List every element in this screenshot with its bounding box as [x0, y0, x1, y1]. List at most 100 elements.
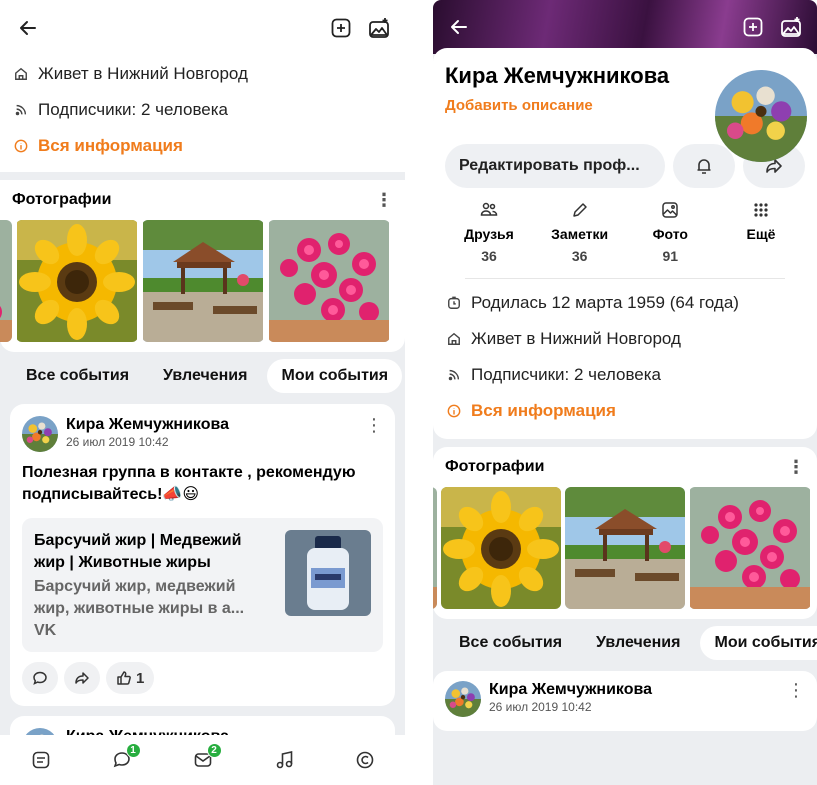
- profile-name: Кира Жемчужникова: [445, 63, 670, 88]
- photo-petunias[interactable]: [689, 487, 811, 609]
- feed-post: Кира Жемчужникова 26 июл 2019 10:42 ⋮: [433, 671, 817, 731]
- tab-my-events[interactable]: Мои события: [267, 359, 403, 393]
- birthday-row: Родилась 12 марта 1959 (64 года): [433, 285, 817, 321]
- bell-button[interactable]: [673, 144, 735, 188]
- stat-more[interactable]: Ещё: [721, 200, 801, 264]
- post-author[interactable]: Кира Жемчужникова: [66, 416, 229, 434]
- cover-image[interactable]: [433, 0, 817, 54]
- messages-badge: 1: [125, 743, 141, 758]
- profile-info-card: Живет в Нижний Новгород Подписчики: 2 че…: [0, 0, 405, 352]
- nav-services[interactable]: [350, 745, 380, 775]
- avatar[interactable]: [715, 70, 807, 162]
- tab-hobbies[interactable]: Увлечения: [582, 626, 694, 660]
- divider: [465, 278, 785, 279]
- birthday-text: Родилась 12 марта 1959 (64 года): [471, 293, 739, 312]
- photo-icon: [662, 202, 679, 218]
- back-arrow-icon[interactable]: [14, 14, 42, 42]
- photos-header: Фотографии ⋮: [433, 447, 817, 487]
- photo-gazebo[interactable]: [565, 487, 685, 609]
- stat-count: 91: [662, 248, 679, 264]
- avatar[interactable]: [22, 416, 58, 452]
- post-header: Кира Жемчужникова 26 июл 2019 10:42 ⋮: [22, 416, 383, 452]
- photos-title: Фотографии: [12, 191, 112, 208]
- add-plus-icon[interactable]: [327, 14, 355, 42]
- link-thumbnail: [285, 530, 371, 616]
- post-actions: 1: [22, 662, 383, 694]
- post-date: 26 июл 2019 10:42: [66, 435, 169, 449]
- like-count: 1: [136, 669, 145, 687]
- nav-notifications[interactable]: 2: [188, 743, 222, 775]
- back-arrow-icon[interactable]: [445, 13, 473, 41]
- friends-icon: [480, 202, 498, 216]
- link-description: Барсучий жир, медвежий жир, животные жир…: [34, 578, 245, 617]
- photo-thumb[interactable]: [0, 220, 12, 342]
- tab-hobbies[interactable]: Увлечения: [149, 359, 261, 393]
- stat-notes[interactable]: Заметки 36: [540, 200, 620, 264]
- stat-label: Заметки: [551, 226, 609, 242]
- nav-messages[interactable]: 1: [107, 743, 141, 775]
- post-more-icon[interactable]: ⋮: [787, 681, 805, 699]
- tab-my-events[interactable]: Мои события: [700, 626, 817, 660]
- stats-row: Друзья 36 Заметки 36 Фото 91 Ещё: [445, 188, 805, 264]
- photo-thumb[interactable]: [433, 487, 437, 609]
- like-button[interactable]: 1: [106, 662, 155, 694]
- share-button[interactable]: [64, 662, 100, 694]
- stat-photos[interactable]: Фото 91: [630, 200, 710, 264]
- info-icon: [445, 402, 463, 420]
- city-row: Живет в Нижний Новгород: [0, 56, 405, 92]
- post-more-icon[interactable]: ⋮: [365, 416, 383, 434]
- left-screen: Живет в Нижний Новгород Подписчики: 2 че…: [0, 0, 405, 785]
- more-vert-icon[interactable]: ⋮: [787, 458, 805, 476]
- stat-label: Фото: [652, 226, 688, 242]
- post-text: Полезная группа в контакте , рекомендую …: [22, 464, 356, 503]
- grid-icon: [754, 203, 768, 217]
- home-icon: [12, 65, 30, 83]
- notifications-badge: 2: [206, 743, 222, 758]
- comment-button[interactable]: [22, 662, 58, 694]
- pencil-icon: [572, 203, 587, 217]
- all-info-link[interactable]: Вся информация: [433, 393, 817, 429]
- followers-row[interactable]: Подписчики: 2 человека: [433, 357, 817, 393]
- add-photo-sparkle-icon[interactable]: [365, 14, 393, 42]
- post-author[interactable]: Кира Жемчужникова: [489, 681, 652, 699]
- stat-count: 36: [481, 248, 497, 264]
- followers-row[interactable]: Подписчики: 2 человека: [0, 92, 405, 128]
- rss-icon: [12, 101, 30, 119]
- photo-gazebo[interactable]: [142, 220, 264, 342]
- feed-post: Кира Жемчужникова 26 июл 2019 10:42 ⋮ По…: [10, 404, 395, 706]
- photos-strip[interactable]: [433, 487, 817, 619]
- link-title: Барсучий жир | Медвежий жир | Животные ж…: [34, 532, 242, 571]
- profile-card: Кира Жемчужникова Добавить описание Реда…: [433, 48, 817, 439]
- photos-title: Фотографии: [445, 458, 545, 475]
- tab-all-events[interactable]: Все события: [445, 626, 576, 660]
- events-tabs: Все события Увлечения Мои события: [433, 619, 817, 667]
- home-icon: [445, 330, 463, 348]
- rss-icon: [445, 366, 463, 384]
- stat-friends[interactable]: Друзья 36: [449, 200, 529, 264]
- photo-petunias[interactable]: [268, 220, 390, 342]
- link-source: VK: [34, 622, 57, 639]
- add-plus-icon[interactable]: [739, 13, 767, 41]
- nav-music[interactable]: [269, 745, 299, 775]
- city-text: Живет в Нижний Новгород: [38, 64, 248, 83]
- clock-icon: [445, 294, 463, 312]
- followers-text: Подписчики: 2 человека: [38, 100, 229, 119]
- stat-label: Друзья: [464, 226, 514, 242]
- nav-feed[interactable]: [26, 745, 56, 775]
- link-attachment[interactable]: Барсучий жир | Медвежий жир | Животные ж…: [22, 518, 383, 652]
- events-tabs: Все события Увлечения Мои события: [0, 352, 405, 400]
- photo-sunflower[interactable]: [16, 220, 138, 342]
- more-vert-icon[interactable]: ⋮: [375, 191, 393, 209]
- all-info-link[interactable]: Вся информация: [0, 128, 405, 164]
- all-info-text: Вся информация: [471, 401, 616, 420]
- all-info-text: Вся информация: [38, 136, 183, 155]
- followers-text: Подписчики: 2 человека: [471, 365, 662, 384]
- photos-strip[interactable]: [0, 220, 405, 352]
- avatar[interactable]: [445, 681, 481, 717]
- city-text: Живет в Нижний Новгород: [471, 329, 681, 348]
- edit-profile-button[interactable]: Редактировать проф...: [445, 144, 665, 188]
- stat-label: Ещё: [746, 226, 776, 242]
- tab-all-events[interactable]: Все события: [12, 359, 143, 393]
- add-photo-sparkle-icon[interactable]: [777, 13, 805, 41]
- photo-sunflower[interactable]: [441, 487, 561, 609]
